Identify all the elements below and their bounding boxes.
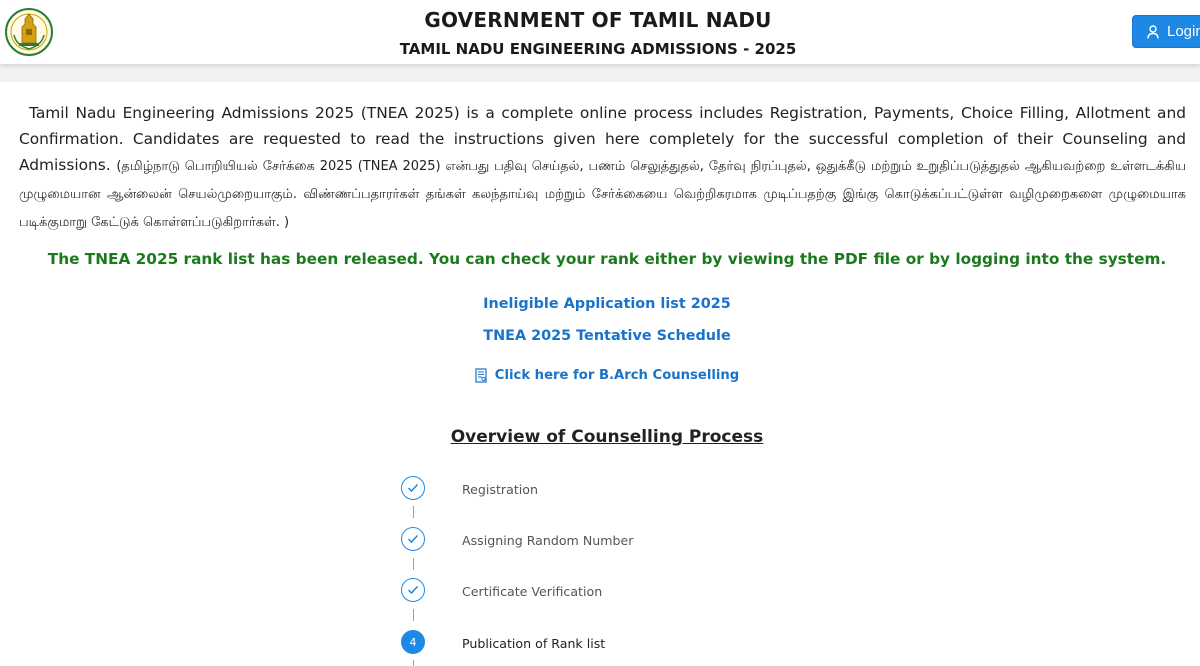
step-2-check-icon xyxy=(401,527,425,551)
step-label-certificate-verification: Certificate Verification xyxy=(462,584,603,599)
main-content: Tamil Nadu Engineering Admissions 2025 (… xyxy=(0,82,1200,666)
step-label-random-number: Assigning Random Number xyxy=(462,533,634,548)
rank-list-notice: The TNEA 2025 rank list has been release… xyxy=(47,250,1167,268)
step-3-check-icon xyxy=(401,578,425,602)
step-connector xyxy=(413,660,414,666)
user-icon xyxy=(1147,24,1159,39)
step-connector xyxy=(413,558,414,570)
step-connector xyxy=(413,506,414,518)
intro-paragraph: Tamil Nadu Engineering Admissions 2025 (… xyxy=(19,100,1186,236)
step-connector xyxy=(413,609,414,621)
barch-counselling-link[interactable]: Click here for B.Arch Counselling xyxy=(0,368,1200,383)
page-subtitle: TAMIL NADU ENGINEERING ADMISSIONS - 2025 xyxy=(399,40,797,58)
step-label-rank-list: Publication of Rank list xyxy=(462,636,606,651)
page-title: GOVERNMENT OF TAMIL NADU xyxy=(424,8,772,32)
document-icon xyxy=(475,368,487,383)
step-4-number-badge: 4 xyxy=(401,630,425,654)
tentative-schedule-link[interactable]: TNEA 2025 Tentative Schedule xyxy=(0,328,1200,344)
barch-link-label: Click here for B.Arch Counselling xyxy=(494,368,740,383)
login-button[interactable]: Login xyxy=(1132,15,1200,48)
intro-tamil-text: (தமிழ்நாடு பொறியியல் சேர்க்கை 2025 (TNEA… xyxy=(19,159,1186,230)
step-label-registration: Registration xyxy=(462,482,538,497)
site-header: GOVERNMENT OF TAMIL NADU TAMIL NADU ENGI… xyxy=(0,0,1200,64)
overview-title: Overview of Counselling Process xyxy=(450,427,764,447)
step-1-check-icon xyxy=(401,476,425,500)
login-label: Login xyxy=(1167,23,1200,40)
ineligible-list-link[interactable]: Ineligible Application list 2025 xyxy=(0,296,1200,312)
